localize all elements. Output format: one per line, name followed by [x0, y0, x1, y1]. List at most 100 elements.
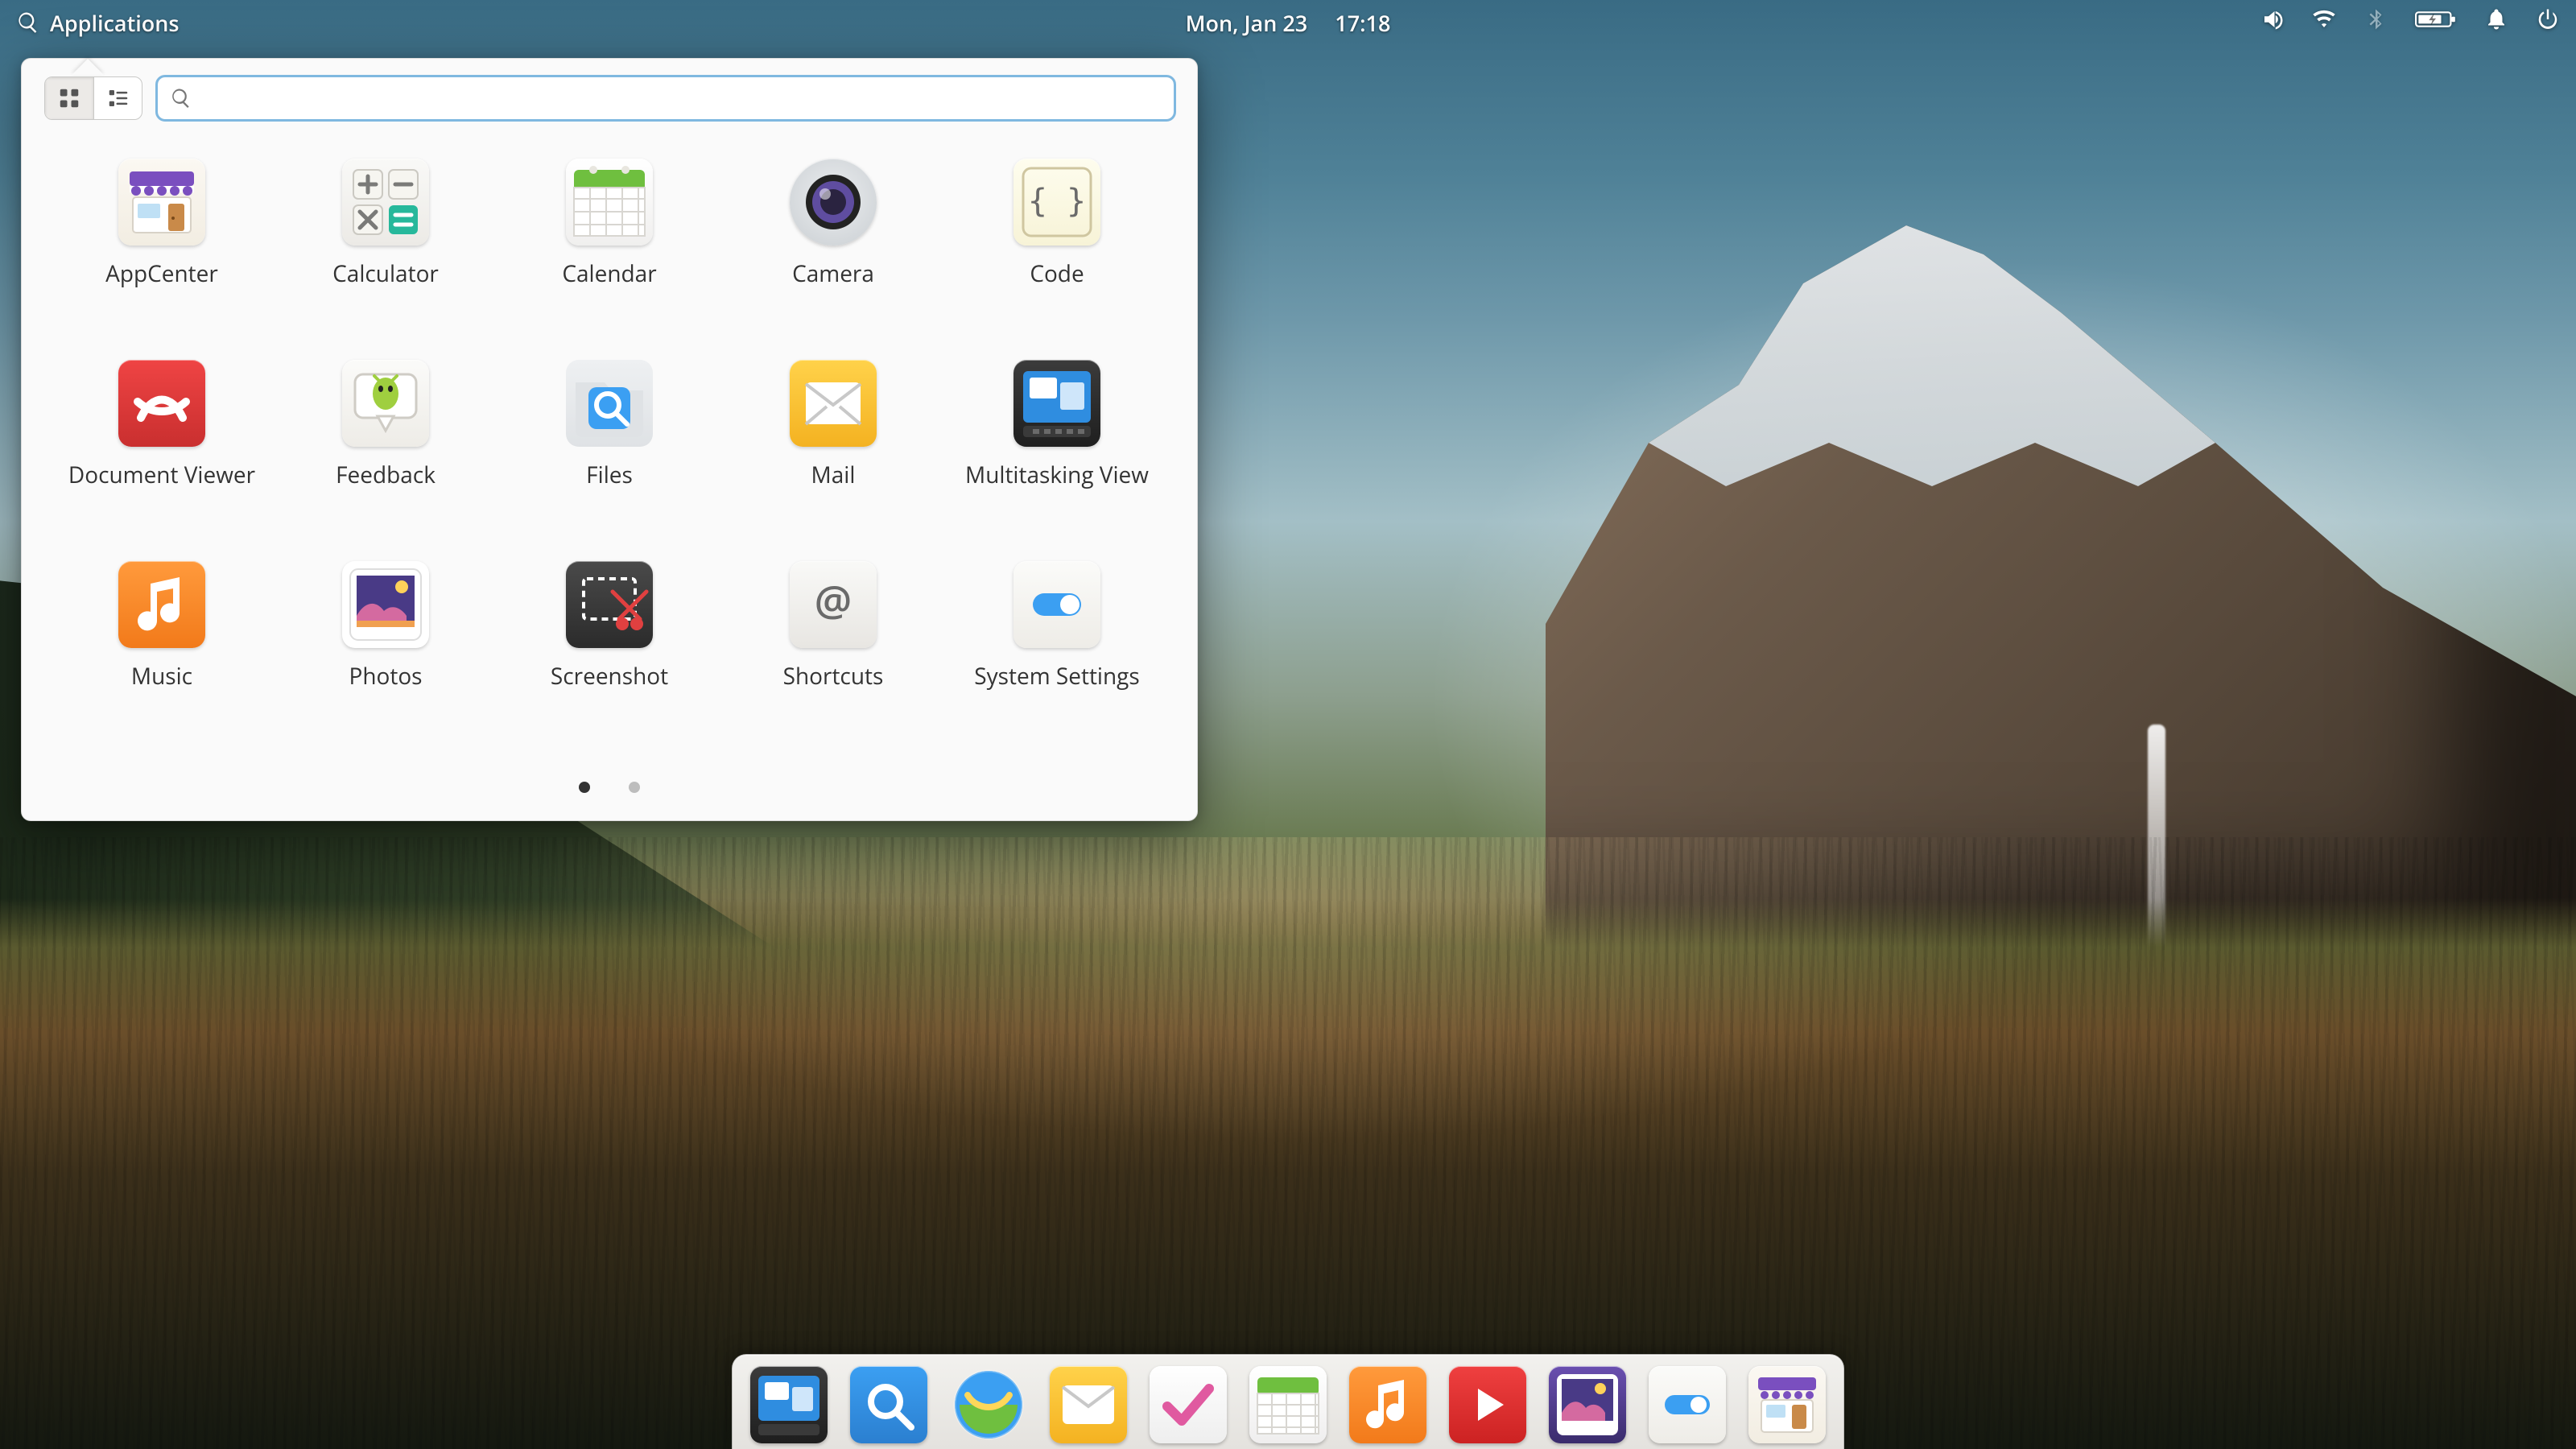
- applications-menu-button[interactable]: Applications: [16, 8, 180, 38]
- photos-icon: [1549, 1366, 1626, 1443]
- app-document-viewer[interactable]: Document Viewer: [54, 350, 270, 551]
- grid-icon: [57, 86, 81, 110]
- mail-icon: [788, 358, 878, 448]
- app-label: System Settings: [974, 661, 1139, 691]
- feedback-icon: [341, 358, 431, 448]
- camera-icon: [788, 157, 878, 247]
- dock-item-system-settings[interactable]: [1649, 1366, 1726, 1443]
- volume-indicator[interactable]: [2260, 7, 2285, 38]
- dock-item-multitasking-view[interactable]: [750, 1366, 828, 1443]
- dock-item-web-browser[interactable]: [950, 1366, 1027, 1443]
- app-grid: AppCenter Calculator: [22, 128, 1197, 753]
- app-code[interactable]: { } Code: [949, 149, 1165, 350]
- grid-view-button[interactable]: [45, 77, 93, 119]
- dock-item-appcenter[interactable]: [1748, 1366, 1826, 1443]
- battery-charging-icon: [2415, 7, 2457, 31]
- bluetooth-indicator[interactable]: [2363, 7, 2388, 38]
- wifi-indicator[interactable]: [2312, 7, 2336, 38]
- music-icon: [1349, 1366, 1426, 1443]
- svg-text:{ }: { }: [1028, 183, 1086, 220]
- app-camera[interactable]: Camera: [725, 149, 941, 350]
- app-system-settings[interactable]: System Settings: [949, 551, 1165, 753]
- applications-label: Applications: [50, 8, 180, 38]
- power-icon: [2536, 7, 2560, 31]
- clock-time: 17:18: [1335, 8, 1390, 38]
- shortcuts-icon: @: [788, 559, 878, 650]
- battery-indicator[interactable]: [2415, 7, 2457, 38]
- app-search-input[interactable]: [157, 76, 1174, 120]
- search-icon: [170, 87, 192, 109]
- code-icon: { }: [1012, 157, 1102, 247]
- multitasking-view-icon: [1012, 358, 1102, 448]
- app-label: Calculator: [332, 258, 439, 289]
- app-screenshot[interactable]: Screenshot: [502, 551, 717, 753]
- files-icon: [564, 358, 654, 448]
- app-label: Mail: [811, 460, 856, 490]
- app-music[interactable]: Music: [54, 551, 270, 753]
- dock-item-tasks[interactable]: [1150, 1366, 1227, 1443]
- bluetooth-icon: [2363, 7, 2388, 31]
- document-viewer-icon: [117, 358, 207, 448]
- top-panel: Applications Mon, Jan 23 17:18: [0, 0, 2576, 45]
- calendar-icon: [564, 157, 654, 247]
- page-dot-2[interactable]: [629, 782, 640, 793]
- screenshot-icon: [564, 559, 654, 650]
- appcenter-icon: [1748, 1366, 1826, 1443]
- notifications-indicator[interactable]: [2484, 7, 2508, 38]
- svg-text:@: @: [815, 572, 852, 629]
- photos-icon: [341, 559, 431, 650]
- app-files[interactable]: Files: [502, 350, 717, 551]
- wifi-icon: [2312, 7, 2336, 31]
- toggle-icon: [1649, 1366, 1726, 1443]
- dock-item-videos[interactable]: [1449, 1366, 1526, 1443]
- app-shortcuts[interactable]: @ Shortcuts: [725, 551, 941, 753]
- list-icon: [106, 86, 130, 110]
- app-appcenter[interactable]: AppCenter: [54, 149, 270, 350]
- power-indicator[interactable]: [2536, 7, 2560, 38]
- play-icon: [1449, 1366, 1526, 1443]
- app-label: Files: [586, 460, 633, 490]
- app-photos[interactable]: Photos: [278, 551, 493, 753]
- appcenter-icon: [117, 157, 207, 247]
- app-label: Photos: [349, 661, 422, 691]
- clock[interactable]: Mon, Jan 23 17:18: [1186, 8, 1391, 38]
- bell-icon: [2484, 7, 2508, 31]
- app-label: AppCenter: [105, 258, 218, 289]
- dock-item-mail[interactable]: [1050, 1366, 1127, 1443]
- calculator-icon: [341, 157, 431, 247]
- app-calendar[interactable]: Calendar: [502, 149, 717, 350]
- page-dot-1[interactable]: [579, 782, 590, 793]
- view-mode-switcher: [44, 76, 142, 120]
- app-mail[interactable]: Mail: [725, 350, 941, 551]
- search-icon: [850, 1366, 927, 1443]
- multitasking-view-icon: [750, 1366, 828, 1443]
- app-label: Feedback: [336, 460, 436, 490]
- app-label: Document Viewer: [68, 460, 255, 490]
- app-label: Screenshot: [551, 661, 668, 691]
- app-feedback[interactable]: Feedback: [278, 350, 493, 551]
- category-view-button[interactable]: [93, 77, 142, 119]
- clock-date: Mon, Jan 23: [1186, 8, 1308, 38]
- calendar-icon: [1249, 1366, 1327, 1443]
- applications-popover: AppCenter Calculator: [21, 58, 1198, 821]
- app-label: Shortcuts: [783, 661, 884, 691]
- app-label: Code: [1030, 258, 1084, 289]
- app-multitasking-view[interactable]: Multitasking View: [949, 350, 1165, 551]
- dock-item-photos[interactable]: [1549, 1366, 1626, 1443]
- speaker-icon: [2260, 7, 2285, 31]
- music-icon: [117, 559, 207, 650]
- dock-item-calendar[interactable]: [1249, 1366, 1327, 1443]
- dock-item-music[interactable]: [1349, 1366, 1426, 1443]
- dock: [732, 1354, 1844, 1449]
- app-calculator[interactable]: Calculator: [278, 149, 493, 350]
- checkmark-icon: [1150, 1366, 1227, 1443]
- app-label: Multitasking View: [965, 460, 1149, 490]
- search-icon: [16, 10, 40, 35]
- app-label: Camera: [792, 258, 874, 289]
- app-label: Calendar: [562, 258, 656, 289]
- mail-icon: [1050, 1366, 1127, 1443]
- globe-icon: [950, 1366, 1027, 1443]
- dock-item-files[interactable]: [850, 1366, 927, 1443]
- system-settings-icon: [1012, 559, 1102, 650]
- app-label: Music: [131, 661, 192, 691]
